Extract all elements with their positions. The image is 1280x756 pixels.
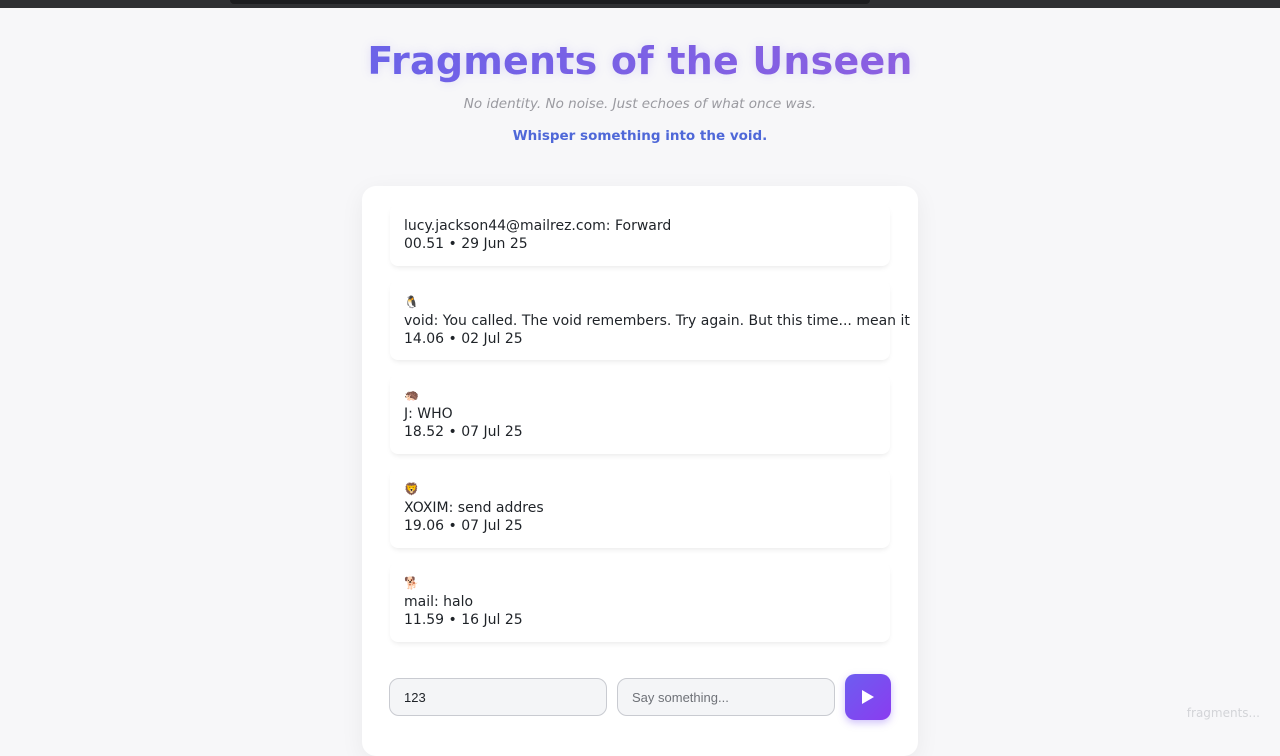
page-subtitle: No identity. No noise. Just echoes of wh… bbox=[463, 96, 817, 112]
message-timestamp: 14.06 • 02 Jul 25 bbox=[404, 331, 523, 347]
message-timestamp: 18.52 • 07 Jul 25 bbox=[404, 424, 523, 440]
browser-top-bar-notch bbox=[230, 0, 870, 4]
name-input[interactable] bbox=[389, 678, 607, 716]
browser-top-bar bbox=[0, 0, 1280, 8]
message-item: 🦁 XOXIM: send addres 19.06 • 07 Jul 25 bbox=[390, 468, 890, 548]
watermark: fragments... bbox=[1186, 706, 1260, 720]
message-item: 🐕 mail: halo 11.59 • 16 Jul 25 bbox=[390, 562, 890, 642]
page-tagline: Whisper something into the void. bbox=[512, 128, 768, 144]
send-button[interactable] bbox=[845, 674, 891, 720]
message-item: lucy.jackson44@mailrez.com: Forward 00.5… bbox=[390, 204, 890, 266]
message-item: 🐧 void: You called. The void remembers. … bbox=[390, 280, 910, 360]
page-title: Fragments of the Unseen bbox=[0, 36, 1280, 86]
message-timestamp: 11.59 • 16 Jul 25 bbox=[404, 612, 523, 628]
message-text: void: You called. The void remembers. Tr… bbox=[404, 313, 910, 329]
message-timestamp: 00.51 • 29 Jun 25 bbox=[404, 236, 528, 252]
message-timestamp: 19.06 • 07 Jul 25 bbox=[404, 518, 523, 534]
message-text: mail: halo bbox=[404, 594, 474, 610]
messages-card: lucy.jackson44@mailrez.com: Forward 00.5… bbox=[362, 186, 918, 756]
message-text: XOXIM: send addres bbox=[404, 500, 544, 516]
play-icon bbox=[862, 690, 874, 704]
message-text: J: WHO bbox=[404, 406, 453, 422]
message-avatar-emoji: 🦔 bbox=[404, 388, 419, 402]
message-avatar-emoji: 🦁 bbox=[404, 482, 419, 496]
message-avatar-emoji: 🐧 bbox=[404, 295, 419, 309]
message-input[interactable] bbox=[617, 678, 835, 716]
page-title-text: Fragments of the Unseen bbox=[367, 39, 913, 83]
message-text: lucy.jackson44@mailrez.com: Forward bbox=[404, 218, 672, 234]
message-item: 🦔 J: WHO 18.52 • 07 Jul 25 bbox=[390, 374, 890, 454]
message-avatar-emoji: 🐕 bbox=[404, 576, 419, 590]
message-composer bbox=[389, 674, 891, 720]
